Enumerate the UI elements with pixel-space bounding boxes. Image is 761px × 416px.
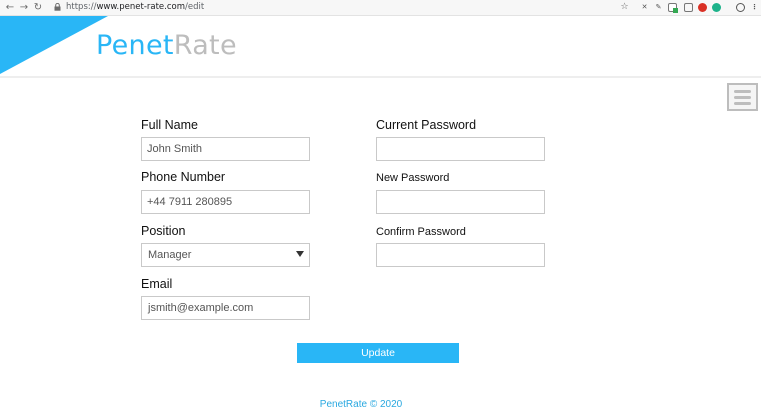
- forward-arrow-icon[interactable]: →: [18, 1, 30, 14]
- extension-x-icon[interactable]: ✕: [640, 3, 649, 12]
- brand-logo[interactable]: PenetRate: [96, 30, 237, 61]
- extension-teal-icon[interactable]: [712, 3, 721, 12]
- position-label: Position: [141, 224, 186, 238]
- position-value: Manager: [148, 249, 192, 261]
- new-password-label: New Password: [376, 172, 450, 184]
- star-icon[interactable]: ☆: [620, 3, 629, 12]
- lock-icon: [54, 3, 61, 11]
- browser-toolbar: ← → ↻ https://www.penet-rate.com/edit ☆ …: [0, 0, 761, 16]
- position-select[interactable]: Manager: [141, 243, 310, 267]
- address-bar[interactable]: https://www.penet-rate.com/edit: [66, 1, 204, 14]
- email-field[interactable]: jsmith@example.com: [141, 296, 310, 320]
- brand-part1: Penet: [96, 30, 174, 61]
- confirm-password-field[interactable]: [376, 243, 545, 267]
- extension-green-icon[interactable]: [668, 3, 678, 13]
- kebab-menu-icon[interactable]: ⋮: [750, 3, 759, 12]
- corner-accent: [0, 16, 108, 74]
- full-name-label: Full Name: [141, 118, 198, 132]
- current-password-field[interactable]: [376, 137, 545, 161]
- phone-field[interactable]: +44 7911 280895: [141, 190, 310, 214]
- footer-copyright: PenetRate © 2020: [319, 399, 403, 410]
- email-label: Email: [141, 277, 173, 291]
- back-arrow-icon[interactable]: ←: [4, 1, 16, 14]
- full-name-field[interactable]: John Smith: [141, 137, 310, 161]
- phone-label: Phone Number: [141, 170, 226, 184]
- url-host: www.penet-rate.com: [96, 2, 186, 12]
- brand-part2: Rate: [173, 30, 237, 61]
- confirm-password-label: Confirm Password: [376, 226, 466, 238]
- current-password-label: Current Password: [376, 118, 477, 132]
- hamburger-menu-icon[interactable]: [727, 83, 758, 111]
- extension-red-icon[interactable]: [698, 3, 707, 12]
- url-prefix: https://: [66, 2, 97, 12]
- reload-icon[interactable]: ↻: [32, 1, 44, 14]
- extension-bird-icon[interactable]: ✎: [654, 3, 663, 12]
- chevron-down-icon: [296, 251, 304, 257]
- new-password-field[interactable]: [376, 190, 545, 214]
- extension-page-icon[interactable]: [684, 3, 693, 12]
- url-path: /edit: [185, 2, 205, 12]
- profile-icon[interactable]: [736, 3, 745, 12]
- update-button[interactable]: Update: [297, 343, 459, 363]
